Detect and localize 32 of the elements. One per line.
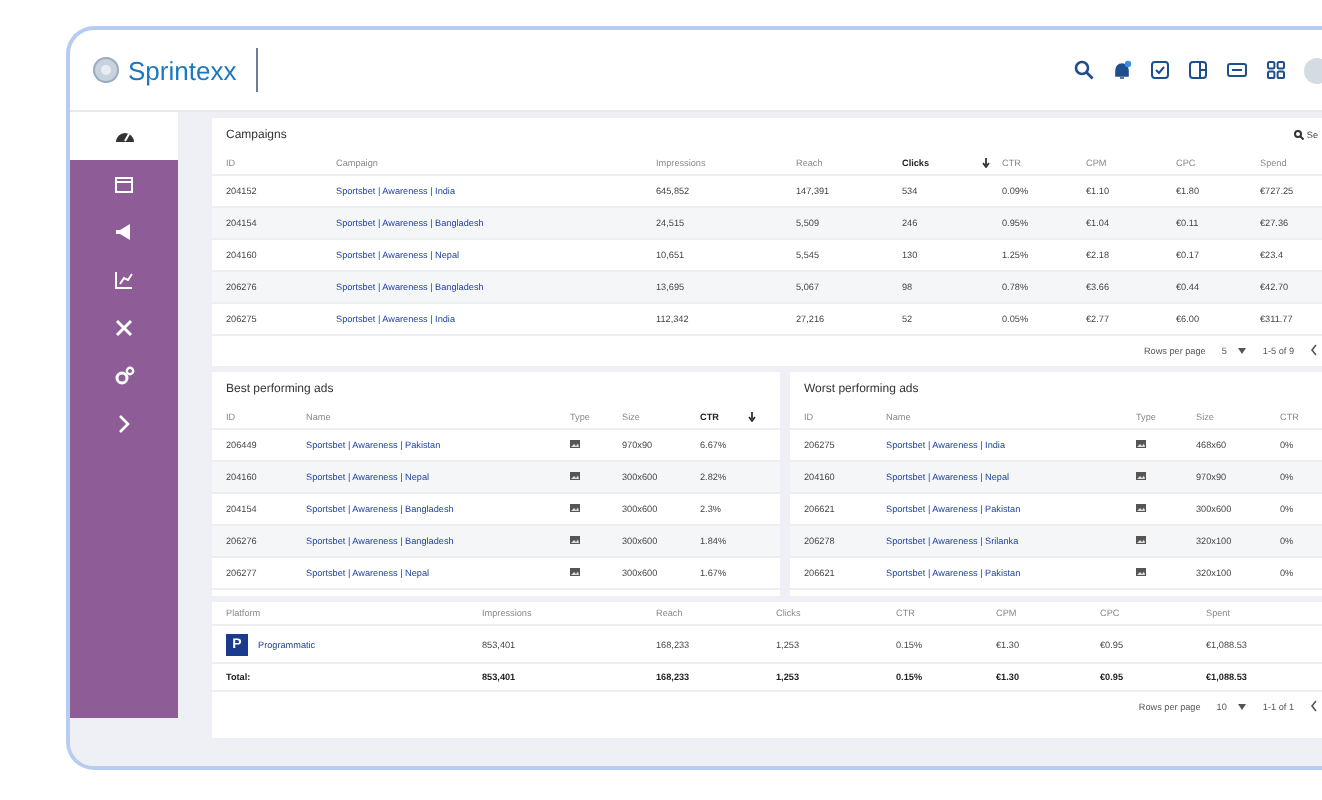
image-icon xyxy=(570,568,580,576)
previous-page-icon[interactable] xyxy=(1310,344,1318,356)
sort-arrow-icon xyxy=(748,412,756,422)
image-icon xyxy=(570,440,580,448)
image-icon xyxy=(570,472,580,480)
caret-icon xyxy=(1238,703,1247,709)
image-icon xyxy=(570,536,580,544)
image-icon xyxy=(1136,568,1146,576)
chart-icon xyxy=(114,270,134,290)
tools-icon xyxy=(114,318,134,338)
image-icon xyxy=(1136,504,1146,512)
logo-icon xyxy=(92,56,120,84)
bell-icon[interactable] xyxy=(1112,60,1132,80)
previous-page-icon[interactable] xyxy=(1310,700,1318,712)
caret-icon xyxy=(1238,347,1247,353)
megaphone-icon xyxy=(114,222,134,242)
checkbox-icon[interactable] xyxy=(1150,60,1170,80)
image-icon xyxy=(1136,472,1146,480)
image-icon xyxy=(1136,440,1146,448)
gears-icon xyxy=(113,366,135,386)
grid-icon[interactable] xyxy=(1266,60,1286,80)
sort-arrow-icon xyxy=(982,158,990,168)
chevron-right-icon xyxy=(116,414,132,434)
panel-icon[interactable] xyxy=(1188,60,1208,80)
search-icon xyxy=(1294,130,1305,140)
calendar-icon xyxy=(114,174,134,194)
image-icon xyxy=(570,504,580,512)
sidebar-item[interactable] xyxy=(70,112,178,160)
brand-name: Sprintexx xyxy=(128,55,237,85)
search-icon[interactable] xyxy=(1074,60,1094,80)
card-icon[interactable] xyxy=(1226,60,1248,80)
image-icon xyxy=(1136,536,1146,544)
